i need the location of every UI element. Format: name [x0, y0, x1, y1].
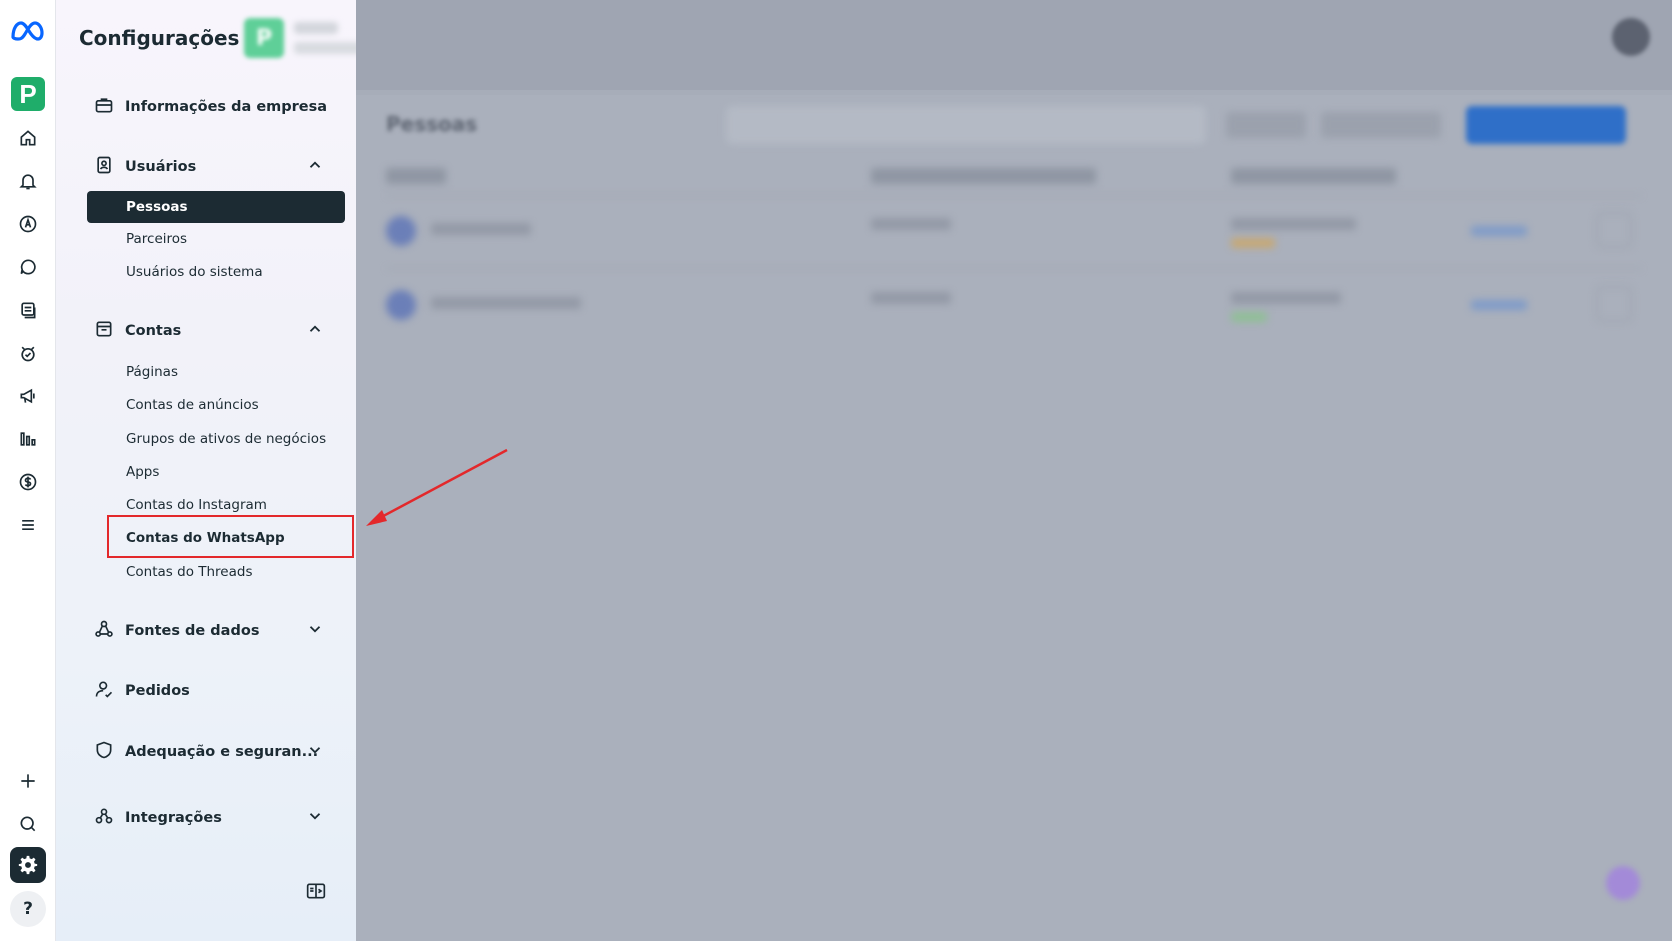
home-icon[interactable]: [10, 120, 46, 156]
status-badge: [1231, 312, 1267, 322]
app-rail: P ?: [0, 0, 56, 941]
search-icon[interactable]: [10, 806, 46, 842]
nav-compliance-security[interactable]: Adequação e seguran...: [94, 740, 318, 764]
nav-integrations[interactable]: Integrações: [94, 806, 222, 830]
add-people-button[interactable]: [1466, 106, 1626, 144]
content-icon[interactable]: [10, 292, 46, 328]
settings-sidebar: Configurações P Informações da empresa U…: [56, 0, 422, 941]
people-heading: Pessoas: [386, 112, 478, 136]
nav-accounts[interactable]: Contas: [94, 319, 181, 343]
chevron-down-icon[interactable]: [306, 807, 324, 825]
page-title: Configurações: [79, 26, 240, 50]
nav-partners[interactable]: Parceiros: [126, 231, 187, 247]
help-icon[interactable]: ?: [10, 891, 46, 927]
business-switcher-avatar[interactable]: P: [244, 18, 284, 58]
nav-system-users[interactable]: Usuários do sistema: [126, 264, 263, 280]
nav-pages[interactable]: Páginas: [126, 364, 178, 380]
people-search-input[interactable]: [726, 106, 1206, 144]
assistant-bubble-icon[interactable]: [1606, 866, 1640, 900]
nav-ad-accounts[interactable]: Contas de anúncios: [126, 397, 259, 413]
integrations-icon: [94, 806, 114, 830]
megaphone-icon[interactable]: [10, 378, 46, 414]
annotation-arrow-icon: [366, 448, 508, 526]
column-header: [871, 168, 1096, 184]
dollar-icon[interactable]: [10, 464, 46, 500]
chevron-down-icon[interactable]: [306, 620, 324, 638]
chat-icon[interactable]: [10, 249, 46, 285]
top-bar: [356, 0, 1672, 90]
table-divider: [386, 195, 1642, 196]
nav-data-sources[interactable]: Fontes de dados: [94, 619, 259, 643]
settings-gear-icon[interactable]: [10, 847, 46, 883]
filter-button[interactable]: [1226, 112, 1306, 138]
nav-business-asset-groups[interactable]: Grupos de ativos de negócios: [126, 431, 326, 447]
insights-icon[interactable]: [10, 421, 46, 457]
collapse-sidebar-icon[interactable]: [306, 882, 326, 900]
avatar: [386, 290, 416, 320]
chevron-down-icon[interactable]: [306, 741, 324, 759]
briefcase-icon: [94, 95, 114, 119]
planner-icon[interactable]: [10, 335, 46, 371]
bell-icon[interactable]: [10, 163, 46, 199]
profile-avatar[interactable]: [1612, 18, 1650, 56]
shield-icon: [94, 740, 114, 764]
table-row: [871, 218, 951, 230]
more-options-button[interactable]: [1596, 286, 1632, 322]
table-link[interactable]: [1471, 226, 1527, 236]
chevron-up-icon[interactable]: [306, 320, 324, 338]
table-divider: [386, 268, 1642, 269]
avatar: [386, 216, 416, 246]
column-header: [1231, 168, 1396, 184]
nav-apps[interactable]: Apps: [126, 464, 159, 480]
chevron-up-icon[interactable]: [306, 156, 324, 174]
main-content-blurred: Pessoas: [356, 0, 1672, 941]
more-options-button[interactable]: [1596, 212, 1632, 248]
nav-orders[interactable]: Pedidos: [94, 679, 190, 703]
table-row[interactable]: [431, 297, 581, 309]
people-panel: [356, 95, 1672, 941]
plus-icon[interactable]: [10, 763, 46, 799]
table-row: [1231, 218, 1356, 230]
meta-logo-icon[interactable]: [9, 20, 45, 46]
nav-instagram-accounts[interactable]: Contas do Instagram: [126, 497, 267, 513]
nav-threads-accounts[interactable]: Contas do Threads: [126, 564, 253, 580]
table-row: [871, 292, 951, 304]
business-name-redacted: [294, 22, 338, 34]
table-link[interactable]: [1471, 300, 1527, 310]
column-header: [386, 168, 446, 184]
nav-people[interactable]: Pessoas: [87, 191, 345, 223]
business-avatar[interactable]: P: [11, 77, 45, 111]
compass-icon[interactable]: [10, 206, 46, 242]
id-badge-icon: [94, 155, 114, 179]
nav-users[interactable]: Usuários: [94, 155, 196, 179]
user-check-icon: [94, 679, 114, 703]
table-row: [1231, 292, 1341, 304]
status-badge: [1231, 238, 1275, 248]
archive-icon: [94, 319, 114, 343]
nav-company-info[interactable]: Informações da empresa: [94, 95, 327, 119]
data-sources-icon: [94, 619, 114, 643]
table-row[interactable]: [431, 223, 531, 235]
menu-icon[interactable]: [10, 507, 46, 543]
sort-dropdown[interactable]: [1321, 112, 1441, 138]
highlight-box: [107, 515, 354, 558]
